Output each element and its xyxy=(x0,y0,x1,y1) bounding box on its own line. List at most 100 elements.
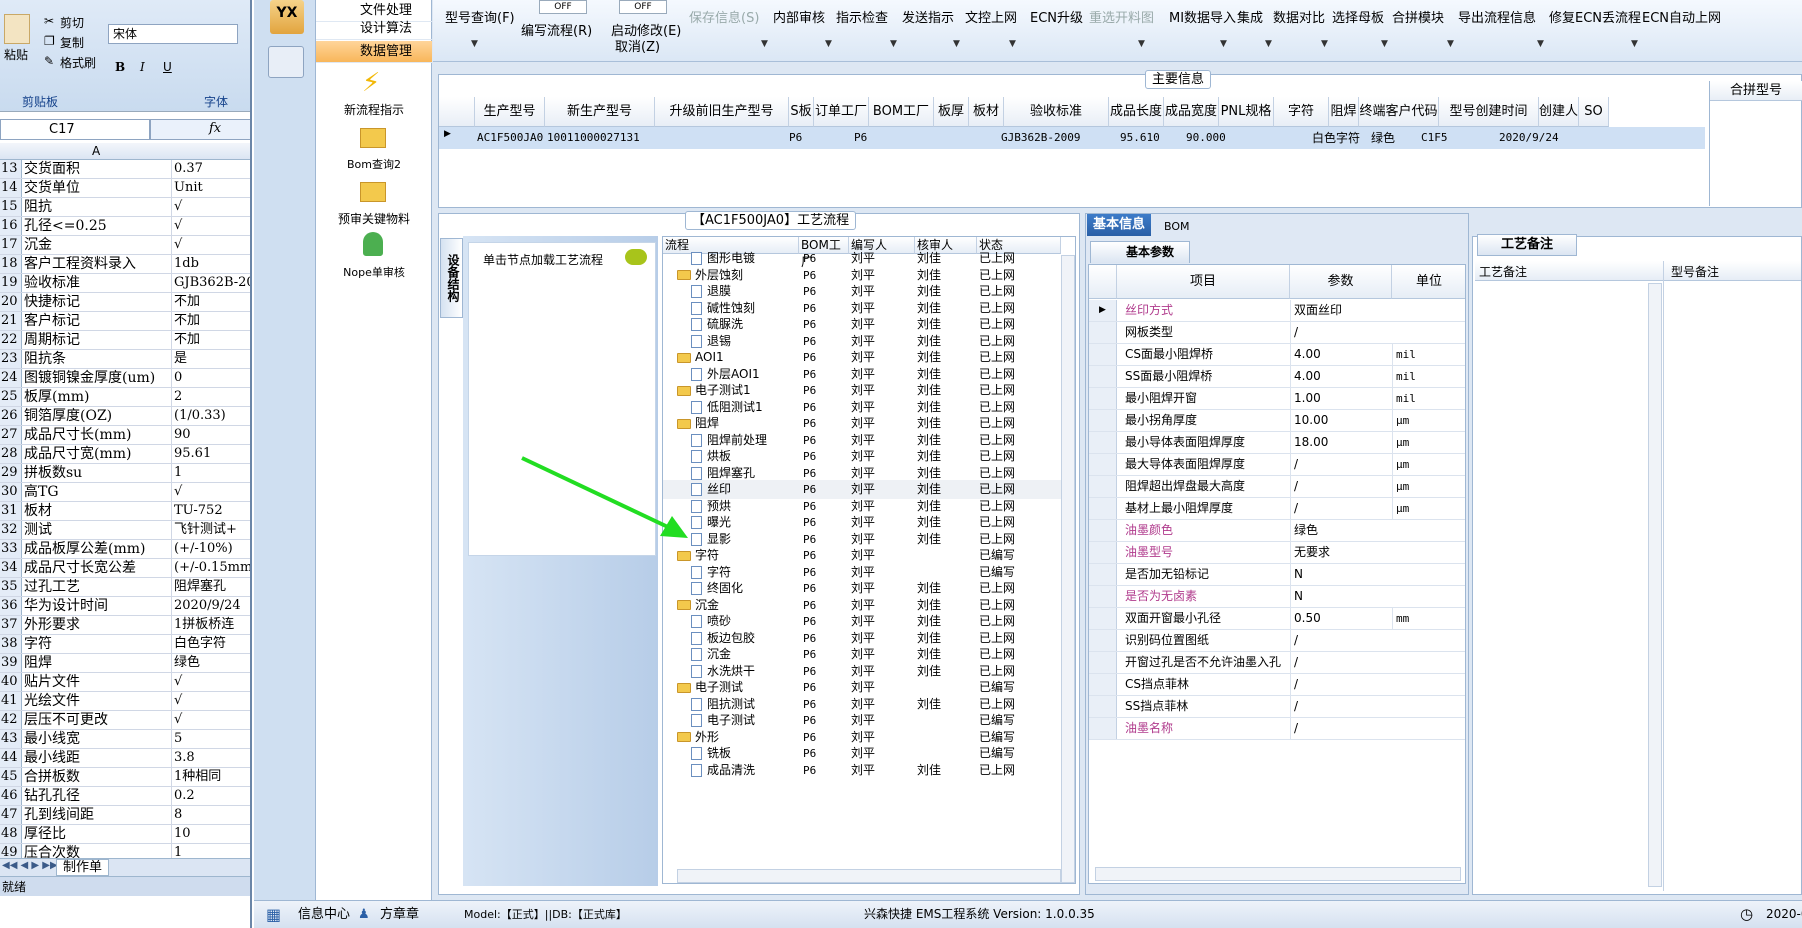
cell-b[interactable]: 1db xyxy=(174,255,250,273)
row-number[interactable]: 25 xyxy=(0,388,22,406)
cell-b[interactable]: 是 xyxy=(174,350,250,368)
row-number[interactable]: 32 xyxy=(0,521,22,539)
chevron-down-icon[interactable]: ▼ xyxy=(1009,39,1016,49)
chevron-down-icon[interactable]: ▼ xyxy=(1537,39,1544,49)
cell-created[interactable]: 2020/9/24 xyxy=(1499,128,1559,148)
cell-width[interactable]: 90.000 xyxy=(1186,128,1226,148)
toolbar-button[interactable]: ECN升级 xyxy=(1030,7,1083,26)
cut-button[interactable]: 剪切 xyxy=(60,14,84,31)
toolbar-button[interactable]: 数据对比 xyxy=(1273,7,1325,26)
table-row[interactable]: 22 周期标记 不加 xyxy=(0,331,250,350)
cell-b[interactable]: (+/-10%) xyxy=(174,540,250,558)
nav-data-management[interactable]: 数据管理 xyxy=(316,41,432,63)
table-row[interactable]: 42 层压不可更改 √ xyxy=(0,711,250,730)
node-label[interactable]: 终固化 xyxy=(707,581,743,595)
table-row[interactable]: 26 铜箔厚度(OZ) (1/0.33) xyxy=(0,407,250,426)
param-value[interactable]: / xyxy=(1290,652,1390,673)
brush-icon[interactable]: ✎ xyxy=(44,54,54,68)
cell-b[interactable]: √ xyxy=(174,198,250,216)
cell-a[interactable]: 钻孔孔径 xyxy=(24,787,172,805)
col-item[interactable]: 项目 xyxy=(1117,265,1290,299)
param-value[interactable]: / xyxy=(1290,696,1390,717)
row-number[interactable]: 23 xyxy=(0,350,22,368)
table-row[interactable]: 最小阻焊开窗 1.00 mil xyxy=(1089,388,1465,410)
formula-bar[interactable]: fx xyxy=(150,119,250,140)
table-row[interactable]: 30 高TG √ xyxy=(0,483,250,502)
toolbar-button[interactable]: 发送指示 xyxy=(902,7,954,26)
chevron-down-icon[interactable]: ▼ xyxy=(471,39,478,49)
copy-icon[interactable]: ❐ xyxy=(44,34,55,48)
cell-a[interactable]: 孔径<=0.25 xyxy=(24,217,172,235)
col-header[interactable]: 板材 xyxy=(969,97,1004,127)
param-value[interactable]: 双面丝印 xyxy=(1290,300,1390,321)
cell-a[interactable]: 阻抗条 xyxy=(24,350,172,368)
info-center-button[interactable]: 信息中心 xyxy=(298,901,350,928)
cell-a[interactable]: 拼板数su xyxy=(24,464,172,482)
calculator-icon[interactable] xyxy=(268,46,304,78)
toolbar-button[interactable]: 选择母板 xyxy=(1332,7,1384,26)
table-row[interactable]: 38 字符 白色字符 xyxy=(0,635,250,654)
node-label[interactable]: 外层AOI1 xyxy=(707,367,760,381)
params-hscrollbar[interactable] xyxy=(1095,867,1461,881)
param-value[interactable]: 绿色 xyxy=(1290,520,1390,541)
row-number[interactable]: 13 xyxy=(0,160,22,178)
node-label[interactable]: 板边包胶 xyxy=(707,631,755,645)
toolbar-button[interactable]: 取消(Z) xyxy=(615,36,660,55)
param-value[interactable]: 10.00 xyxy=(1290,410,1390,431)
node-label[interactable]: 退锡 xyxy=(707,334,731,348)
node-label[interactable]: 显影 xyxy=(707,532,731,546)
cell-b[interactable]: 飞针测试+ xyxy=(174,521,250,539)
row-number[interactable]: 48 xyxy=(0,825,22,843)
node-label[interactable]: AOI1 xyxy=(695,350,724,364)
node-label[interactable]: 字符 xyxy=(707,565,731,579)
param-value[interactable]: / xyxy=(1290,718,1390,739)
node-label[interactable]: 阻抗测试 xyxy=(707,697,755,711)
toolbar-button[interactable]: OFF xyxy=(539,0,587,14)
cell-a[interactable]: 光绘文件 xyxy=(24,692,172,710)
flow-vscrollbar[interactable] xyxy=(1061,255,1075,883)
cell-a[interactable]: 华为设计时间 xyxy=(24,597,172,615)
cell-b[interactable]: 90 xyxy=(174,426,250,444)
table-row[interactable]: 46 钻孔孔径 0.2 xyxy=(0,787,250,806)
cell-a[interactable]: 图镀铜镍金厚度(um) xyxy=(24,369,172,387)
param-value[interactable]: / xyxy=(1290,498,1390,519)
row-number[interactable]: 18 xyxy=(0,255,22,273)
table-row[interactable]: 48 厚径比 10 xyxy=(0,825,250,844)
row-number[interactable]: 26 xyxy=(0,407,22,425)
table-row[interactable]: 是否加无铅标记 N xyxy=(1089,564,1465,586)
table-row[interactable]: 28 成品尺寸宽(mm) 95.61 xyxy=(0,445,250,464)
table-row[interactable]: 24 图镀铜镍金厚度(um) 0 xyxy=(0,369,250,388)
toolbar-button[interactable]: 合拼模块 xyxy=(1392,7,1444,26)
cell-b[interactable]: (1/0.33) xyxy=(174,407,250,425)
toolbar-button[interactable]: ECN自动上网 xyxy=(1642,7,1721,26)
table-row[interactable]: SS面最小阻焊桥 4.00 mil xyxy=(1089,366,1465,388)
chevron-down-icon[interactable]: ▼ xyxy=(953,39,960,49)
copy-button[interactable]: 复制 xyxy=(60,34,84,51)
cell-a[interactable]: 周期标记 xyxy=(24,331,172,349)
chevron-down-icon[interactable]: ▼ xyxy=(1381,39,1388,49)
row-number[interactable]: 21 xyxy=(0,312,22,330)
row-number[interactable]: 45 xyxy=(0,768,22,786)
node-label[interactable]: 预烘 xyxy=(707,499,731,513)
cell-b[interactable]: 1 xyxy=(174,464,250,482)
row-number[interactable]: 38 xyxy=(0,635,22,653)
chevron-down-icon[interactable]: ▼ xyxy=(761,39,768,49)
vertical-tab[interactable]: 设备结构 xyxy=(440,238,463,318)
cell-b[interactable]: (+/-0.15mm xyxy=(174,559,250,577)
table-row[interactable]: 21 客户标记 不加 xyxy=(0,312,250,331)
table-row[interactable]: 13 交货面积 0.37 xyxy=(0,160,250,179)
row-number[interactable]: 22 xyxy=(0,331,22,349)
row-number[interactable]: 42 xyxy=(0,711,22,729)
underline-button[interactable]: U xyxy=(163,60,172,74)
row-number[interactable]: 24 xyxy=(0,369,22,387)
row-number[interactable]: 43 xyxy=(0,730,22,748)
toolbar-button[interactable]: 导出流程信息 xyxy=(1458,7,1536,26)
table-row[interactable]: CS面最小阻焊桥 4.00 mil xyxy=(1089,344,1465,366)
param-value[interactable]: / xyxy=(1290,454,1390,475)
param-value[interactable]: / xyxy=(1290,476,1390,497)
col-model-remark[interactable]: 型号备注 xyxy=(1671,263,1719,280)
row-number[interactable]: 14 xyxy=(0,179,22,197)
toolbar-button[interactable]: 修复ECN丢流程 xyxy=(1549,7,1641,26)
table-row[interactable]: 31 板材 TU-752 xyxy=(0,502,250,521)
row-number[interactable]: 28 xyxy=(0,445,22,463)
